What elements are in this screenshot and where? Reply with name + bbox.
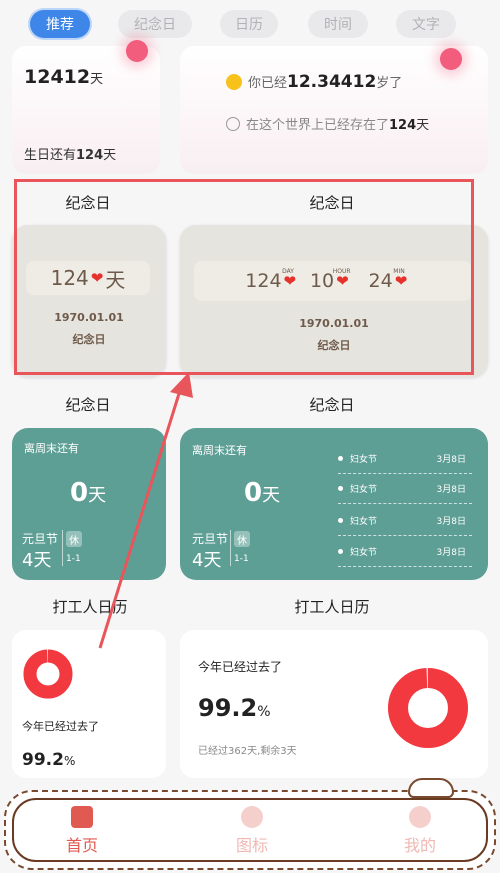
cat-mascot-icon — [408, 778, 454, 798]
nav-mine-label: 我的 — [403, 836, 436, 855]
nav-icons[interactable]: 图标 — [222, 806, 282, 856]
home-icon — [71, 806, 93, 828]
nav-home[interactable]: 首页 — [52, 806, 112, 856]
user-icon — [409, 806, 431, 828]
smile-icon — [241, 806, 263, 828]
nav-home-label: 首页 — [65, 836, 98, 855]
annotation-arrow — [98, 372, 193, 649]
nav-mine[interactable]: 我的 — [390, 806, 450, 856]
nav-icons-label: 图标 — [235, 836, 268, 855]
